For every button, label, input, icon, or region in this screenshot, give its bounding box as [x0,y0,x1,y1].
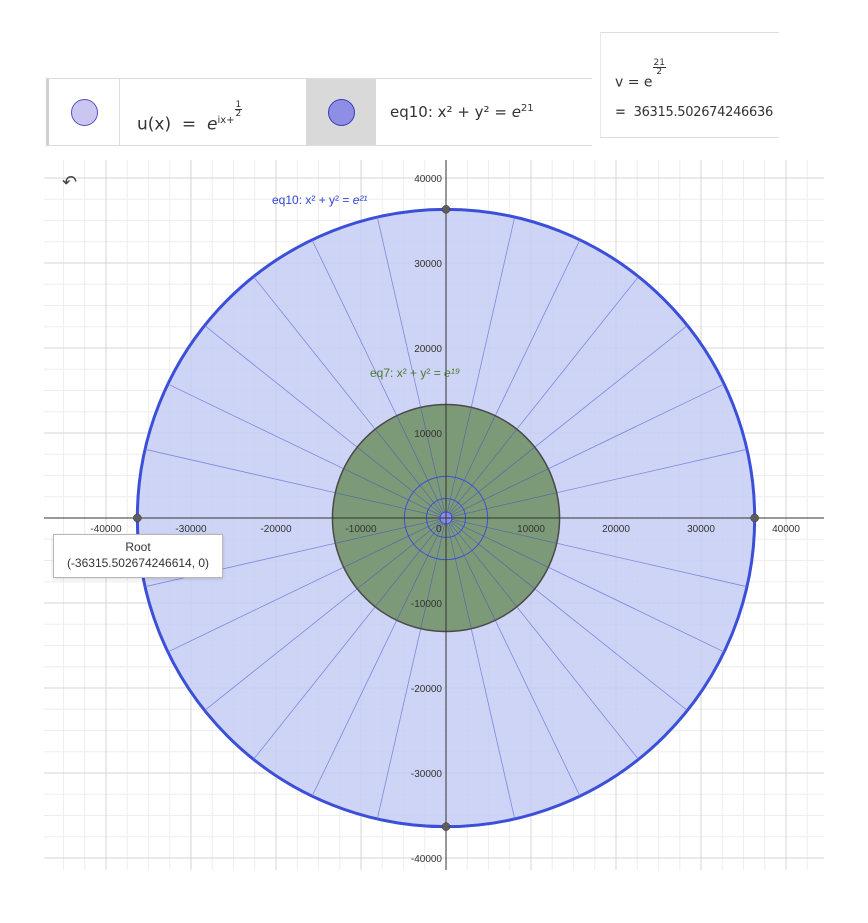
u-equals: = [181,114,197,135]
y-tick-label: -40000 [411,854,443,865]
intersection-point[interactable] [133,513,142,523]
expression-eq10[interactable]: eq10: x² + y² = e21 [390,103,534,121]
y-tick-label: -20000 [411,684,443,695]
v-frac-den: 2 [656,67,663,77]
eq10-exponent: 21 [520,103,534,114]
visibility-toggle-eq10[interactable] [306,79,376,145]
algebra-item-v[interactable]: v = e 21 2 = 36315.502674246636 [600,32,779,138]
y-tick-label: -30000 [411,769,443,780]
root-tooltip: Root (-36315.502674246614, 0) [53,534,223,578]
algebra-item-u[interactable]: u(x) = eix+ 1 2 [46,78,307,146]
v-base: e [643,74,653,91]
label-eq7: eq7: x² + y² = e¹⁹ [370,366,460,380]
u-base: e [206,114,218,135]
y-tick-label: 40000 [414,174,442,185]
x-tick-label: -10000 [345,524,377,535]
x-tick-label: 40000 [772,524,800,535]
intersection-point[interactable] [441,822,451,831]
u-lhs: u(x) [137,114,172,135]
divider [119,79,120,145]
eq10-base: e [511,103,521,121]
algebra-item-eq10[interactable]: eq10: x² + y² = e21 [306,78,592,146]
x-tick-label: 20000 [602,524,630,535]
root-coords: (-36315.502674246614, 0) [66,556,210,570]
y-tick-label: 30000 [414,259,442,270]
intersection-point[interactable] [750,513,759,523]
intersection-point[interactable] [441,205,451,214]
x-tick-label: 30000 [687,524,715,535]
color-swatch-eq10[interactable] [327,98,355,126]
y-tick-label: 20000 [414,344,442,355]
u-exponent: ix+ [217,115,235,126]
root-title: Root [125,540,151,554]
color-swatch-u[interactable] [70,98,98,126]
y-tick-label: 10000 [414,429,442,440]
x-tick-label: 10000 [517,524,545,535]
v-value-text: 36315.502674246636 [633,105,774,120]
graphics-view[interactable]: -40000 -30000 -20000 -10000 0 10000 20000 30000… [44,160,824,870]
undo-icon[interactable]: ↶ [62,172,77,193]
v-lhs: v = [615,74,640,91]
eq10-expr: x² + y² = [437,103,507,121]
u-frac-den: 2 [235,109,242,119]
eq10-label: eq10: [390,103,433,121]
expression-u[interactable]: u(x) = eix+ 1 2 [137,101,243,135]
v-definition[interactable]: v = e 21 2 [615,59,666,91]
x-tick-label: 0 [436,524,442,535]
label-eq10: eq10: x² + y² = e²¹ [272,193,367,207]
visibility-toggle-u[interactable] [49,79,119,145]
x-tick-label: -20000 [260,524,292,535]
v-equals: = [615,105,626,120]
y-tick-label: -10000 [411,599,443,610]
v-value: = 36315.502674246636 [615,105,773,120]
